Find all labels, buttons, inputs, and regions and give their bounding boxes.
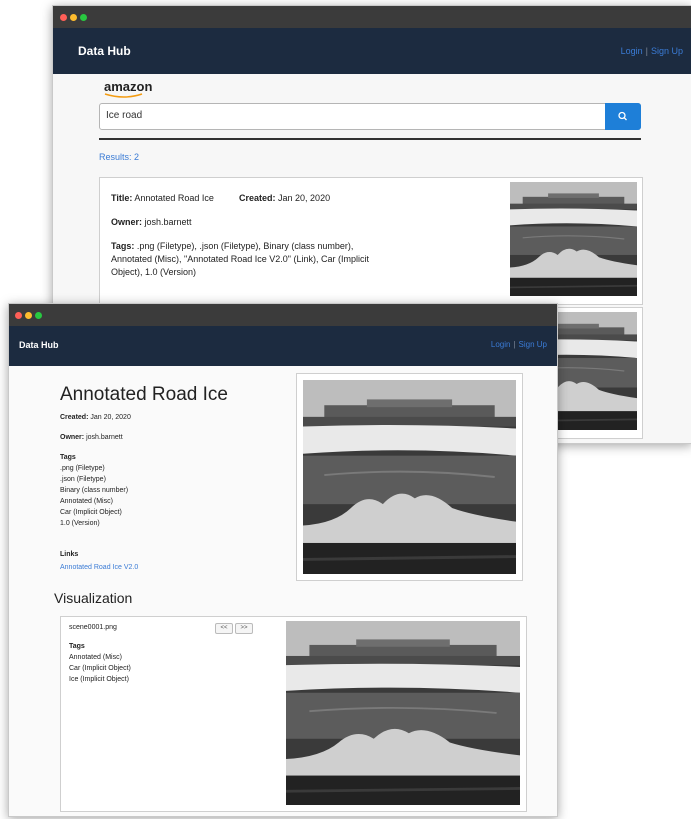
result-tags-line-2: Annotated (Misc), "Annotated Road Ice V2… (111, 254, 369, 264)
detail-tag: Car (Implicit Object) (60, 509, 122, 516)
window-minimize-dot[interactable] (25, 312, 32, 319)
detail-created-value: Jan 20, 2020 (90, 414, 131, 421)
detail-image-frame (296, 373, 523, 581)
viz-prev-button[interactable]: << (215, 623, 233, 634)
result-owner-value: josh.barnett (144, 217, 192, 227)
detail-tag: .png (Filetype) (60, 465, 105, 472)
window-minimize-dot[interactable] (70, 14, 77, 21)
detail-created-label: Created: (60, 414, 89, 421)
signup-link[interactable]: Sign Up (519, 340, 547, 349)
viz-tag: Car (Implicit Object) (69, 665, 131, 672)
window-titlebar (9, 304, 557, 326)
result-title-label: Title: (111, 193, 133, 203)
auth-separator: | (645, 46, 648, 56)
search-divider (99, 138, 641, 140)
detail-tag: .json (Filetype) (60, 476, 106, 483)
viz-next-button[interactable]: >> (235, 623, 253, 634)
window-zoom-dot[interactable] (80, 14, 87, 21)
login-link[interactable]: Login (621, 46, 643, 56)
auth-links: Login | Sign Up (491, 340, 547, 349)
window-titlebar (53, 6, 691, 28)
detail-tag: Annotated (Misc) (60, 498, 113, 505)
detail-owner-label: Owner: (60, 434, 85, 441)
result-tags-line-3: Object), 1.0 (Version) (111, 267, 197, 277)
detail-tags-heading: Tags (60, 454, 76, 461)
navbar: Data Hub Login | Sign Up (9, 326, 557, 366)
signup-link[interactable]: Sign Up (651, 46, 683, 56)
page-title: Annotated Road Ice (60, 384, 228, 405)
detail-tag: Binary (class number) (60, 487, 129, 494)
amazon-logo: amazon (104, 79, 153, 94)
result-owner: Owner: josh.barnett (111, 217, 192, 227)
result-title: Title: Annotated Road Ice (111, 193, 214, 203)
visualization-heading: Visualization (54, 590, 133, 606)
result-title-value[interactable]: Annotated Road Ice (134, 193, 214, 203)
detail-window: Data Hub Login | Sign Up Annotated Road Ic… (8, 303, 558, 817)
detail-owner-value: josh.barnett (86, 434, 123, 441)
visualization-panel: scene0001.png << >> Tags Annotated (Misc… (60, 616, 527, 812)
result-created-label: Created: (239, 193, 276, 203)
auth-separator: | (513, 340, 516, 349)
result-tags-line-1: .png (Filetype), .json (Filetype), Binar… (136, 241, 354, 251)
viz-tag: Ice (Implicit Object) (69, 676, 129, 683)
result-created: Created: Jan 20, 2020 (239, 193, 330, 203)
window-zoom-dot[interactable] (35, 312, 42, 319)
detail-created: Created: Jan 20, 2020 (60, 414, 131, 421)
detail-owner: Owner: josh.barnett (60, 434, 123, 441)
viz-tags-heading: Tags (69, 643, 85, 650)
detail-image[interactable] (303, 380, 516, 574)
detail-link[interactable]: Annotated Road Ice V2.0 (60, 564, 138, 571)
navbar: Data Hub Login | Sign Up (53, 28, 691, 74)
result-thumbnail[interactable] (510, 182, 637, 296)
brand-logo[interactable]: Data Hub (19, 340, 59, 350)
detail-tag: 1.0 (Version) (60, 520, 100, 527)
search-input[interactable]: Ice road (106, 110, 142, 121)
viz-tag: Annotated (Misc) (69, 654, 122, 661)
brand-logo[interactable]: Data Hub (78, 44, 131, 58)
results-count: Results: 2 (99, 152, 140, 162)
window-close-dot[interactable] (60, 14, 67, 21)
window-close-dot[interactable] (15, 312, 22, 319)
login-link[interactable]: Login (491, 340, 511, 349)
detail-links-heading: Links (60, 551, 79, 558)
viz-image[interactable] (286, 621, 520, 805)
search-bar: Ice road (99, 103, 641, 130)
search-icon (618, 111, 627, 121)
auth-links: Login | Sign Up (621, 46, 683, 56)
result-tags-label: Tags: (111, 241, 135, 251)
detail-content: Annotated Road Ice Created: Jan 20, 2020… (9, 366, 557, 816)
search-button[interactable] (605, 103, 641, 130)
viz-filename: scene0001.png (69, 624, 117, 631)
result-tags: Tags: .png (Filetype), .json (Filetype),… (111, 241, 353, 251)
result-owner-label: Owner: (111, 217, 143, 227)
result-created-value: Jan 20, 2020 (278, 193, 331, 203)
result-card[interactable]: Title: Annotated Road Ice Created: Jan 2… (99, 177, 643, 305)
amazon-smile-icon (104, 93, 143, 98)
